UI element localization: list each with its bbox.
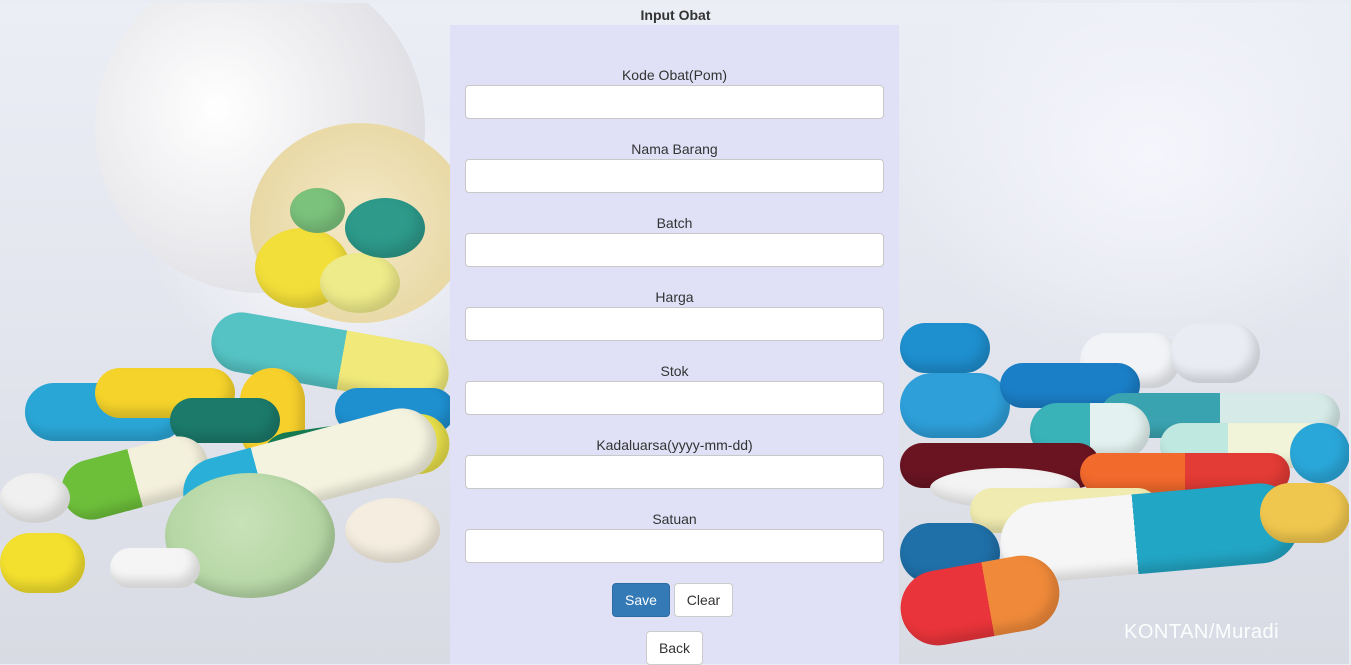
satuan-input[interactable] [465, 529, 884, 563]
harga-label: Harga [655, 289, 694, 305]
nama-barang-label: Nama Barang [631, 141, 718, 157]
satuan-label: Satuan [652, 511, 697, 527]
save-button[interactable]: Save [612, 583, 670, 617]
kode-obat-input[interactable] [465, 85, 884, 119]
kode-obat-label: Kode Obat(Pom) [621, 67, 728, 83]
kadaluarsa-input[interactable] [465, 455, 884, 489]
nama-barang-input[interactable] [465, 159, 884, 193]
kadaluarsa-label: Kadaluarsa(yyyy-mm-dd) [596, 437, 753, 453]
batch-input[interactable] [465, 233, 884, 267]
clear-button[interactable]: Clear [674, 583, 733, 617]
input-form-panel: Kode Obat(Pom) Nama Barang Batch Harga S… [450, 25, 899, 665]
harga-input[interactable] [465, 307, 884, 341]
back-button[interactable]: Back [646, 631, 703, 665]
stok-label: Stok [660, 363, 689, 379]
stok-input[interactable] [465, 381, 884, 415]
photo-credit-watermark: KONTAN/Muradi [1124, 621, 1280, 643]
page-title: Input Obat [640, 7, 711, 23]
batch-label: Batch [656, 215, 693, 231]
